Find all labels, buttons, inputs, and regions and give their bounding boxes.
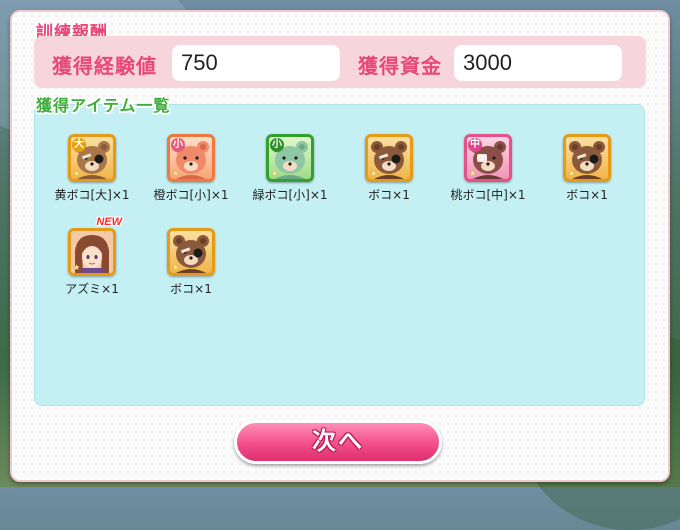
rarity-star-icon: ★ (568, 169, 576, 178)
item-1[interactable]: 大 ★ 黄ボコ[大]×1 (47, 134, 137, 203)
item-6[interactable]: ★ ボコ×1 (542, 134, 632, 203)
new-tag: NEW (96, 216, 122, 228)
items-title: 獲得アイテム一覧 (36, 96, 171, 115)
item-4[interactable]: ★ ボコ×1 (344, 134, 434, 203)
item-name: アズミ×1 (65, 282, 119, 296)
size-badge: 小 (171, 138, 185, 152)
yellow-boko-bear-icon: 大 ★ (68, 134, 116, 182)
item-8[interactable]: ★ ボコ×1 (146, 228, 236, 297)
size-badge: 中 (468, 138, 482, 152)
item-name: 緑ボコ[小]×1 (252, 188, 328, 202)
rarity-star-icon: ★ (469, 169, 477, 178)
azumi-portrait-icon: ★ (68, 228, 116, 276)
item-3[interactable]: 小 ★ 緑ボコ[小]×1 (245, 134, 335, 203)
item-name: ボコ×1 (368, 188, 410, 202)
size-badge: 大 (72, 138, 86, 152)
item-name: 黄ボコ[大]×1 (54, 188, 130, 202)
exp-value: 750 (172, 45, 340, 81)
item-name: 橙ボコ[小]×1 (153, 188, 229, 202)
boko-bear-icon: ★ (365, 134, 413, 182)
rarity-star-icon: ★ (172, 263, 180, 272)
rarity-star-icon: ★ (271, 169, 279, 178)
rarity-star-icon: ★ (73, 169, 81, 178)
boko-bear-icon: ★ (167, 228, 215, 276)
exp-label: 獲得経験値 (52, 54, 157, 78)
item-name: ボコ×1 (566, 188, 608, 202)
item-name: 桃ボコ[中]×1 (450, 188, 526, 202)
boko-bear-icon: ★ (563, 134, 611, 182)
funds-label: 獲得資金 (358, 54, 442, 78)
item-7[interactable]: ★ NEW アズミ×1 (47, 216, 137, 297)
size-badge: 小 (270, 138, 284, 152)
orange-boko-bear-icon: 小 ★ (167, 134, 215, 182)
rarity-star-icon: ★ (370, 169, 378, 178)
item-name: ボコ×1 (170, 282, 212, 296)
pink-boko-bear-icon: 中 ★ (464, 134, 512, 182)
next-button[interactable]: 次へ (234, 420, 442, 464)
funds-value: 3000 (454, 45, 622, 81)
item-5[interactable]: 中 ★ 桃ボコ[中]×1 (443, 134, 533, 203)
rarity-star-icon: ★ (172, 169, 180, 178)
rarity-star-icon: ★ (73, 263, 81, 272)
item-2[interactable]: 小 ★ 橙ボコ[小]×1 (146, 134, 236, 203)
green-boko-bear-icon: 小 ★ (266, 134, 314, 182)
